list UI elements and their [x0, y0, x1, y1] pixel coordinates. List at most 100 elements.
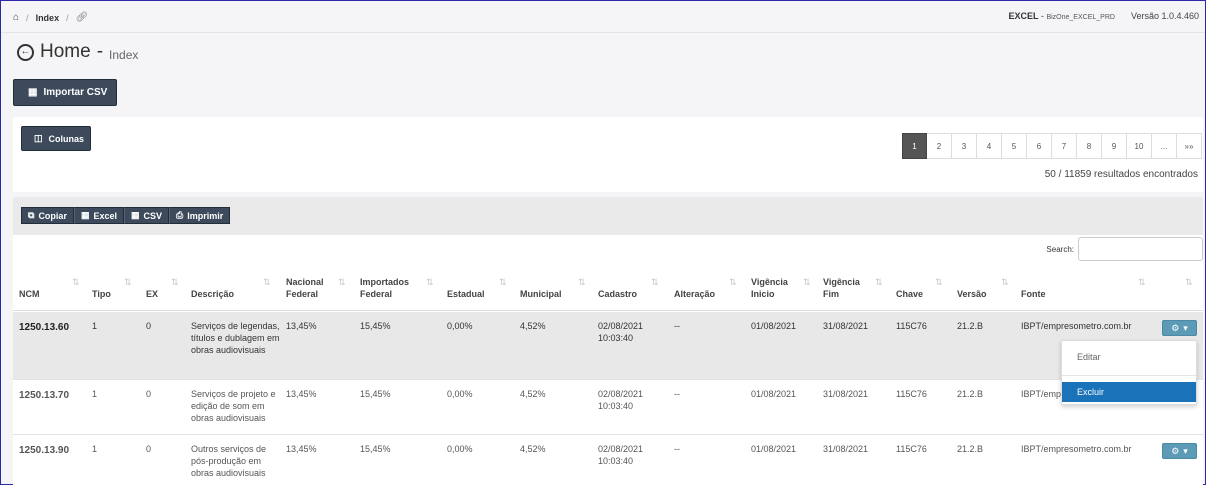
sort-icon[interactable]: ⇅: [875, 276, 883, 288]
column-header-nacional[interactable]: Nacional Federal: [286, 276, 324, 300]
sort-icon[interactable]: ⇅: [338, 276, 346, 288]
sort-icon[interactable]: ⇅: [1001, 276, 1009, 288]
copy-button[interactable]: ⧉ Copiar: [21, 207, 74, 224]
column-header-label: Versão: [957, 289, 987, 299]
csv-button[interactable]: ▦ CSV: [124, 207, 170, 224]
columns-icon: ◫: [34, 133, 43, 143]
page-button[interactable]: 1: [902, 133, 927, 159]
sort-icon[interactable]: ⇅: [729, 276, 737, 288]
delete-menu-item[interactable]: Excluir: [1062, 382, 1196, 402]
sort-icon[interactable]: ⇅: [499, 276, 507, 288]
app-environment: EXCEL - BizOne_EXCEL_PRD: [1008, 11, 1115, 21]
page-last-button[interactable]: »»: [1177, 133, 1202, 159]
table-row[interactable]: 1250.13.70 1 0 Serviços de projeto e edição…: [13, 380, 1203, 435]
import-csv-button[interactable]: ▦ Importar CSV: [13, 79, 117, 106]
page-button[interactable]: 4: [977, 133, 1002, 159]
row-actions-button[interactable]: ⚙ ▾: [1162, 320, 1197, 336]
sort-icon[interactable]: ⇅: [803, 276, 811, 288]
column-header-line: [598, 276, 637, 288]
table-search: Search:: [1046, 237, 1203, 261]
sort-icon[interactable]: ⇅: [263, 276, 271, 288]
cell-municipal: 4,52%: [520, 444, 546, 454]
column-header-line: Vigência: [823, 277, 860, 287]
cell-alteracao: --: [674, 321, 680, 331]
column-header-tipo[interactable]: Tipo: [92, 276, 111, 300]
breadcrumb-separator: /: [66, 12, 69, 23]
column-header-line: [957, 276, 987, 288]
cell-ex: 0: [146, 321, 152, 331]
link-icon[interactable]: 🔗︎: [76, 12, 89, 23]
sort-icon[interactable]: ⇅: [171, 276, 179, 288]
print-button[interactable]: ⎙ Imprimir: [169, 207, 231, 224]
page-button[interactable]: 2: [927, 133, 952, 159]
column-header-fonte[interactable]: Fonte: [1021, 276, 1046, 300]
cell-nacional: 13,45%: [286, 389, 317, 399]
column-header-importados[interactable]: Importados Federal: [360, 276, 409, 300]
sort-icon[interactable]: ⇅: [426, 276, 434, 288]
columns-button[interactable]: ◫ Colunas: [21, 126, 91, 151]
sort-icon[interactable]: ⇅: [935, 276, 943, 288]
table-row[interactable]: 1250.13.60 1 0 Serviços de legendas, título…: [13, 312, 1203, 380]
caret-down-icon: ▾: [1183, 445, 1188, 456]
cell-nacional: 13,45%: [286, 321, 317, 331]
cell-vig_fim: 31/08/2021: [823, 444, 869, 454]
column-header-label: Tipo: [92, 289, 111, 299]
column-header-alteracao[interactable]: Alteração: [674, 276, 715, 300]
export-button-group: ⧉ Copiar ▦ Excel ▦ CSV ⎙ Imprimir: [21, 207, 231, 224]
page-button[interactable]: 8: [1077, 133, 1102, 159]
cell-tipo: 1: [92, 321, 98, 331]
table-row[interactable]: 1250.13.90 1 0 Outros serviços de pós-produ…: [13, 435, 1203, 485]
home-icon[interactable]: ⌂: [13, 12, 19, 23]
column-header-vig_fim[interactable]: Vigência Fim: [823, 276, 860, 300]
row-actions-button[interactable]: ⚙ ▾: [1162, 443, 1197, 459]
column-header-ncm[interactable]: NCM: [19, 276, 40, 300]
excel-button[interactable]: ▦ Excel: [73, 207, 124, 224]
column-header-chave[interactable]: Chave: [896, 276, 923, 300]
column-header-vig_inicio[interactable]: Vigência Inicio: [751, 276, 788, 300]
cell-cadastro: 02/08/2021 10:03:40: [598, 321, 644, 343]
cell-municipal: 4,52%: [520, 389, 546, 399]
cell-alteracao: --: [674, 444, 680, 454]
arrow-left-circle-icon[interactable]: ←: [17, 43, 34, 61]
page-button[interactable]: 9: [1102, 133, 1127, 159]
column-header-label: Federal: [286, 289, 319, 299]
column-header-cadastro[interactable]: Cadastro: [598, 276, 637, 300]
breadcrumb: ⌂ / Index / 🔗︎: [13, 12, 88, 23]
sort-icon[interactable]: ⇅: [1138, 276, 1146, 288]
sort-icon[interactable]: ⇅: [1185, 276, 1193, 288]
sort-icon[interactable]: ⇅: [124, 276, 132, 288]
column-header-label: Federal: [360, 289, 393, 299]
page-button[interactable]: 5: [1002, 133, 1027, 159]
column-header-label: Estadual: [447, 289, 485, 299]
caret-down-icon: ▾: [1183, 322, 1188, 333]
column-header-line: [1021, 276, 1046, 288]
app-name: EXCEL: [1008, 11, 1039, 21]
column-header-descricao[interactable]: Descrição: [191, 276, 234, 300]
edit-menu-item[interactable]: Editar: [1062, 347, 1196, 367]
gear-icon: ⚙: [1171, 445, 1180, 456]
column-header-municipal[interactable]: Municipal: [520, 276, 562, 300]
breadcrumb-item-index[interactable]: Index: [36, 13, 60, 23]
cell-vig_inicio: 01/08/2021: [751, 444, 797, 454]
sort-icon[interactable]: ⇅: [651, 276, 659, 288]
search-input[interactable]: [1078, 237, 1203, 261]
column-header-ex[interactable]: EX: [146, 276, 158, 300]
page-ellipsis[interactable]: ...: [1152, 133, 1177, 159]
cell-ncm: 1250.13.70: [19, 390, 70, 401]
column-header-label: Fim: [823, 289, 840, 299]
sort-icon[interactable]: ⇅: [72, 276, 80, 288]
page-button[interactable]: 10: [1127, 133, 1152, 159]
page-subtitle: Index: [109, 48, 139, 62]
sort-icon[interactable]: ⇅: [578, 276, 586, 288]
cell-estadual: 0,00%: [447, 321, 473, 331]
page-button[interactable]: 3: [952, 133, 977, 159]
columns-label: Colunas: [48, 133, 85, 144]
column-header-versao[interactable]: Versão: [957, 276, 987, 300]
column-header-line: Vigência: [751, 277, 788, 287]
cell-ncm: 1250.13.90: [19, 445, 70, 456]
column-header-estadual[interactable]: Estadual: [447, 276, 485, 300]
page-button[interactable]: 7: [1052, 133, 1077, 159]
page-button[interactable]: 6: [1027, 133, 1052, 159]
title-dash: -: [96, 41, 104, 62]
csv-label: CSV: [143, 210, 163, 221]
